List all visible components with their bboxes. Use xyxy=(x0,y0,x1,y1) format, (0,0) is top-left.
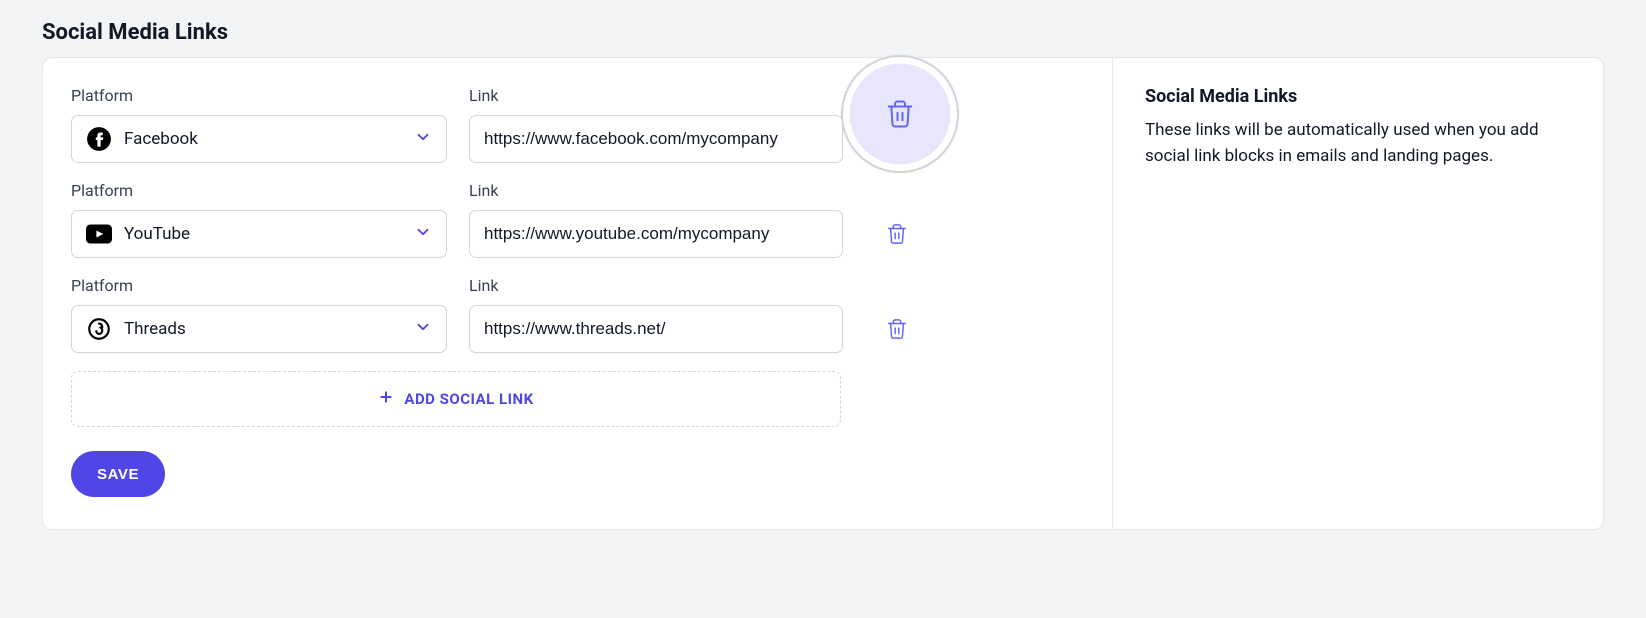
social-link-row: Platform Facebook Link xyxy=(71,86,1084,163)
section-title: Social Media Links xyxy=(42,20,1604,45)
add-social-link-button[interactable]: ADD SOCIAL LINK xyxy=(71,371,841,427)
platform-label: Platform xyxy=(71,86,447,105)
platform-label: Platform xyxy=(71,181,447,200)
facebook-icon xyxy=(86,126,112,152)
platform-select[interactable]: Threads xyxy=(71,305,447,353)
save-button[interactable]: SAVE xyxy=(71,451,165,497)
platform-field: Platform Threads xyxy=(71,276,447,353)
platform-selected-value: Facebook xyxy=(124,129,432,149)
delete-cell xyxy=(865,210,929,258)
chevron-down-icon xyxy=(414,128,432,151)
platform-field: Platform YouTube xyxy=(71,181,447,258)
chevron-down-icon xyxy=(414,318,432,341)
panel-side: Social Media Links These links will be a… xyxy=(1113,58,1603,529)
youtube-icon xyxy=(86,221,112,247)
add-social-link-label: ADD SOCIAL LINK xyxy=(404,390,533,408)
link-input[interactable] xyxy=(484,129,828,149)
link-field: Link xyxy=(469,276,843,353)
link-label: Link xyxy=(469,276,843,295)
trash-icon xyxy=(886,318,908,340)
platform-select[interactable]: YouTube xyxy=(71,210,447,258)
link-input-wrapper xyxy=(469,305,843,353)
settings-panel: Platform Facebook Link xyxy=(42,57,1604,530)
social-link-row: Platform Threads Link xyxy=(71,276,1084,353)
delete-button[interactable] xyxy=(880,94,920,134)
panel-main: Platform Facebook Link xyxy=(43,58,1113,529)
link-input-wrapper xyxy=(469,210,843,258)
platform-label: Platform xyxy=(71,276,447,295)
chevron-down-icon xyxy=(414,223,432,246)
link-field: Link xyxy=(469,86,843,163)
platform-field: Platform Facebook xyxy=(71,86,447,163)
page-root: Social Media Links Platform Facebook xyxy=(0,0,1646,570)
link-field: Link xyxy=(469,181,843,258)
platform-selected-value: Threads xyxy=(124,319,432,339)
save-button-label: SAVE xyxy=(97,466,139,483)
link-label: Link xyxy=(469,86,843,105)
social-link-row: Platform YouTube Link xyxy=(71,181,1084,258)
delete-highlight-circle xyxy=(841,55,959,173)
platform-selected-value: YouTube xyxy=(124,224,432,244)
threads-icon xyxy=(86,316,112,342)
delete-button[interactable] xyxy=(883,220,911,248)
link-label: Link xyxy=(469,181,843,200)
delete-cell xyxy=(865,305,929,353)
trash-icon xyxy=(885,99,915,129)
link-input[interactable] xyxy=(484,319,828,339)
link-input[interactable] xyxy=(484,224,828,244)
delete-button[interactable] xyxy=(883,315,911,343)
platform-select[interactable]: Facebook xyxy=(71,115,447,163)
side-description: These links will be automatically used w… xyxy=(1145,117,1571,170)
plus-icon xyxy=(378,389,394,409)
side-title: Social Media Links xyxy=(1145,86,1571,107)
trash-icon xyxy=(886,223,908,245)
link-input-wrapper xyxy=(469,115,843,163)
delete-cell xyxy=(865,115,929,163)
delete-highlight-inner xyxy=(856,70,944,158)
